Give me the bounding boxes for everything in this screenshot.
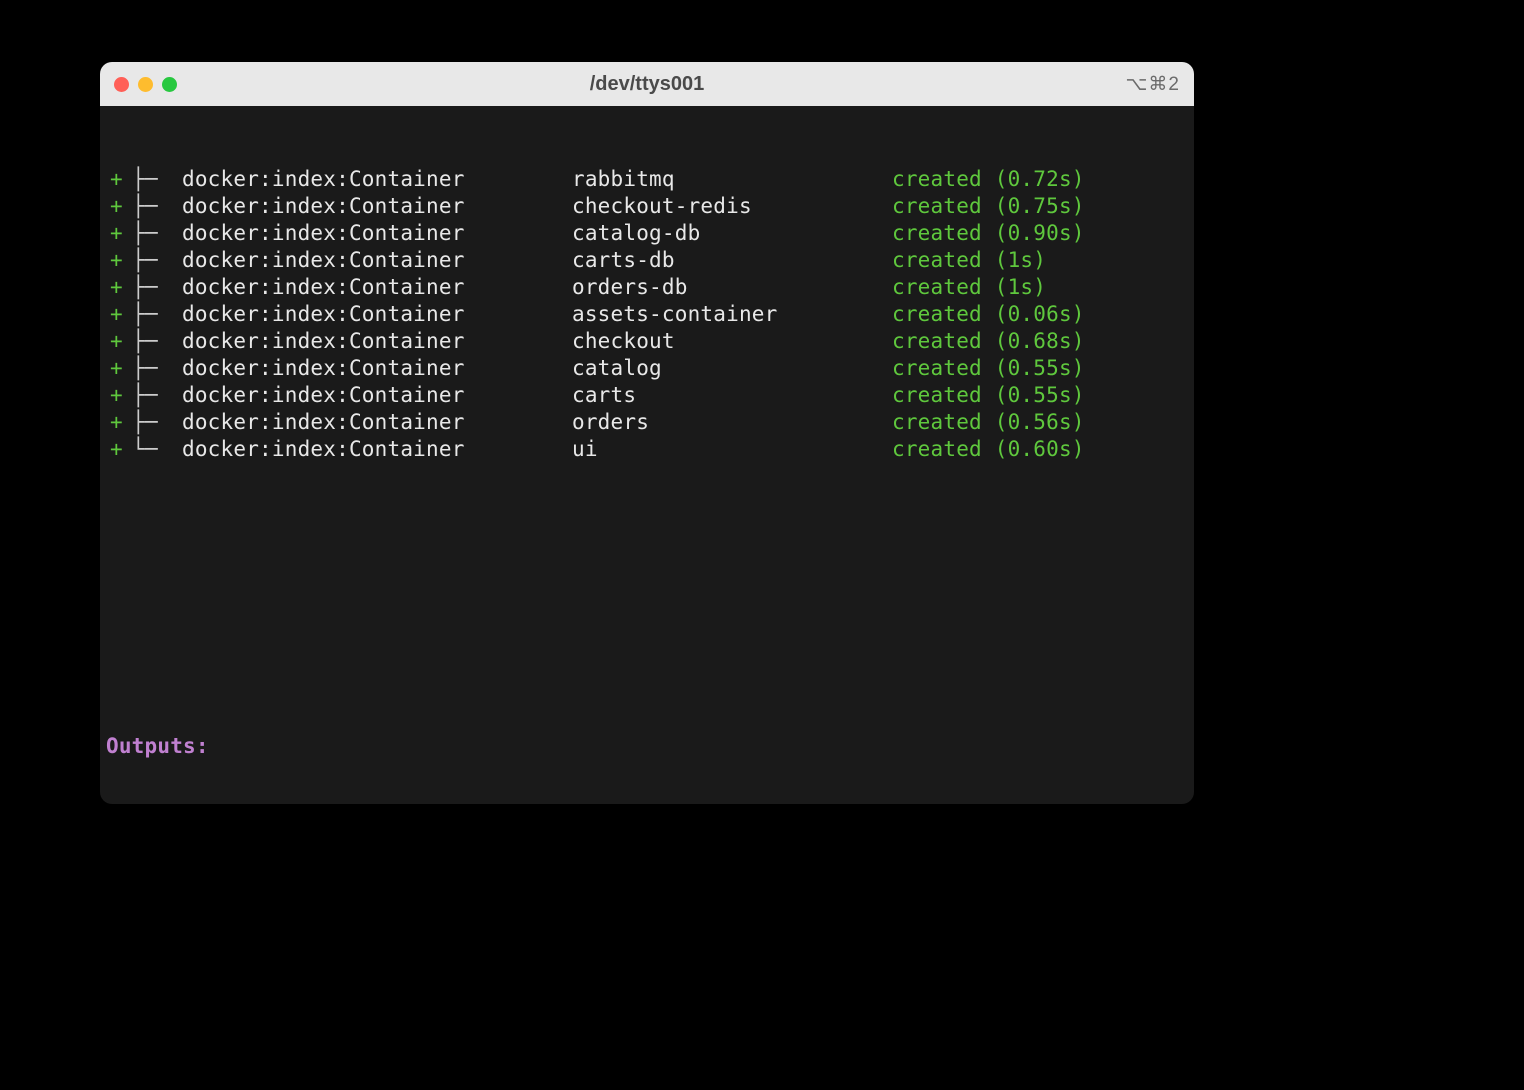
resource-name: ui: [572, 436, 892, 463]
resource-row: +├─ docker:index:Containercartscreated (…: [104, 382, 1190, 409]
resource-row: +├─ docker:index:Containerorderscreated …: [104, 409, 1190, 436]
outputs-heading: Outputs:: [104, 733, 1190, 760]
tree-branch-icon: ├─: [132, 355, 182, 382]
resource-type: docker:index:Container: [182, 274, 572, 301]
plus-icon: +: [104, 436, 132, 463]
resource-row: +├─ docker:index:Containercarts-dbcreate…: [104, 247, 1190, 274]
resource-row: +├─ docker:index:Containercheckoutcreate…: [104, 328, 1190, 355]
resource-status: created (0.55s): [892, 355, 1085, 382]
plus-icon: +: [104, 409, 132, 436]
resource-name: catalog: [572, 355, 892, 382]
plus-icon: +: [104, 301, 132, 328]
resource-row: +├─ docker:index:Containercheckout-redis…: [104, 193, 1190, 220]
resource-status: created (0.72s): [892, 166, 1085, 193]
resource-type: docker:index:Container: [182, 328, 572, 355]
resource-row: +├─ docker:index:Containercatalog-dbcrea…: [104, 220, 1190, 247]
plus-icon: +: [104, 247, 132, 274]
plus-icon: +: [104, 328, 132, 355]
tree-branch-icon: ├─: [132, 301, 182, 328]
resource-row: +├─ docker:index:Containerassets-contain…: [104, 301, 1190, 328]
resource-name: orders-db: [572, 274, 892, 301]
plus-icon: +: [104, 166, 132, 193]
resource-type: docker:index:Container: [182, 382, 572, 409]
resource-name: carts-db: [572, 247, 892, 274]
resource-row: +├─ docker:index:Containerorders-dbcreat…: [104, 274, 1190, 301]
resource-status: created (0.75s): [892, 193, 1085, 220]
tree-branch-icon: └─: [132, 436, 182, 463]
resource-name: rabbitmq: [572, 166, 892, 193]
plus-icon: +: [104, 274, 132, 301]
resource-status: created (1s): [892, 247, 1046, 274]
resource-type: docker:index:Container: [182, 355, 572, 382]
resource-name: carts: [572, 382, 892, 409]
resource-type: docker:index:Container: [182, 409, 572, 436]
plus-icon: +: [104, 220, 132, 247]
resource-row: +└─ docker:index:Containeruicreated (0.6…: [104, 436, 1190, 463]
resource-status: created (1s): [892, 274, 1046, 301]
tree-branch-icon: ├─: [132, 247, 182, 274]
resource-status: created (0.56s): [892, 409, 1085, 436]
maximize-icon[interactable]: [162, 77, 177, 92]
resource-name: orders: [572, 409, 892, 436]
tree-branch-icon: ├─: [132, 382, 182, 409]
plus-icon: +: [104, 193, 132, 220]
resource-row: +├─ docker:index:Containercatalogcreated…: [104, 355, 1190, 382]
tree-branch-icon: ├─: [132, 274, 182, 301]
tree-branch-icon: ├─: [132, 328, 182, 355]
resource-name: checkout: [572, 328, 892, 355]
resource-status: created (0.68s): [892, 328, 1085, 355]
titlebar: /dev/ttys001 ⌥⌘2: [100, 62, 1194, 106]
plus-icon: +: [104, 355, 132, 382]
resource-type: docker:index:Container: [182, 166, 572, 193]
resource-type: docker:index:Container: [182, 220, 572, 247]
close-icon[interactable]: [114, 77, 129, 92]
window-shortcut: ⌥⌘2: [1126, 73, 1180, 96]
tree-branch-icon: ├─: [132, 220, 182, 247]
resource-name: catalog-db: [572, 220, 892, 247]
tree-branch-icon: ├─: [132, 166, 182, 193]
traffic-lights: [114, 77, 177, 92]
tree-branch-icon: ├─: [132, 409, 182, 436]
resource-status: created (0.90s): [892, 220, 1085, 247]
resource-status: created (0.55s): [892, 382, 1085, 409]
resource-status: created (0.60s): [892, 436, 1085, 463]
plus-icon: +: [104, 382, 132, 409]
tree-branch-icon: ├─: [132, 193, 182, 220]
terminal-body[interactable]: +├─ docker:index:Containerrabbitmqcreate…: [100, 106, 1194, 804]
minimize-icon[interactable]: [138, 77, 153, 92]
resource-name: checkout-redis: [572, 193, 892, 220]
resource-type: docker:index:Container: [182, 193, 572, 220]
resource-list: +├─ docker:index:Containerrabbitmqcreate…: [104, 166, 1190, 463]
resource-type: docker:index:Container: [182, 301, 572, 328]
resource-name: assets-container: [572, 301, 892, 328]
resource-status: created (0.06s): [892, 301, 1085, 328]
terminal-window: /dev/ttys001 ⌥⌘2 +├─ docker:index:Contai…: [100, 62, 1194, 804]
resource-type: docker:index:Container: [182, 436, 572, 463]
resource-type: docker:index:Container: [182, 247, 572, 274]
window-title: /dev/ttys001: [100, 73, 1194, 96]
resource-row: +├─ docker:index:Containerrabbitmqcreate…: [104, 166, 1190, 193]
